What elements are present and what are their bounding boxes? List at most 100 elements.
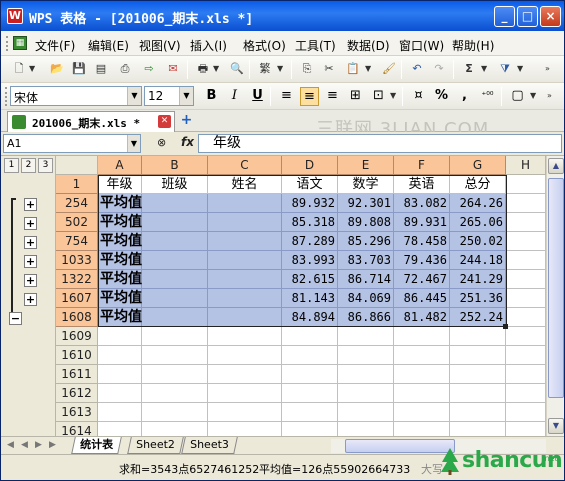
toolbar-options-icon[interactable]: » xyxy=(547,91,552,100)
grid-cell[interactable] xyxy=(142,289,208,308)
document-tab[interactable]: 201006_期末.xls * ✕ xyxy=(7,111,175,132)
grid-cell[interactable] xyxy=(282,327,338,346)
grid-cell[interactable]: 92.301 xyxy=(338,194,394,213)
grid-cell[interactable]: 79.436 xyxy=(394,251,450,270)
menu-view[interactable]: 视图(V) xyxy=(139,37,181,54)
header-cell[interactable]: 英语 xyxy=(394,175,450,194)
menu-tools[interactable]: 工具(T) xyxy=(295,37,336,54)
align-center-icon[interactable]: ≡ xyxy=(300,87,319,106)
grid-cell[interactable]: 86.866 xyxy=(338,308,394,327)
bold-button[interactable]: B xyxy=(202,87,221,106)
grid-cell[interactable] xyxy=(142,384,208,403)
chinese-convert-dropdown-icon[interactable]: ▼ xyxy=(277,64,283,73)
grid-cell[interactable]: 78.458 xyxy=(394,232,450,251)
menu-window[interactable]: 窗口(W) xyxy=(399,37,444,54)
expand-group-button[interactable]: + xyxy=(24,198,37,211)
grid-cell[interactable] xyxy=(394,346,450,365)
grid-cell[interactable] xyxy=(450,403,506,422)
grid-cell[interactable] xyxy=(282,346,338,365)
grid-cell[interactable] xyxy=(142,251,208,270)
column-header-e[interactable]: E xyxy=(338,156,394,175)
grid-cell[interactable]: 85.318 xyxy=(282,213,338,232)
expand-group-button[interactable]: + xyxy=(24,255,37,268)
outline-level-2-button[interactable]: 2 xyxy=(21,158,36,173)
vertical-scrollbar[interactable]: ▲ ▼ xyxy=(546,156,564,436)
comma-style-button[interactable]: , xyxy=(455,87,474,106)
italic-button[interactable]: I xyxy=(225,87,244,106)
grid-cell[interactable] xyxy=(506,251,546,270)
spreadsheet-menu-icon[interactable]: ▦ xyxy=(13,36,27,50)
grid-cell[interactable] xyxy=(142,422,208,436)
grid-cell[interactable]: 82.615 xyxy=(282,270,338,289)
grid-cell[interactable] xyxy=(142,346,208,365)
grid-cell[interactable] xyxy=(506,346,546,365)
menu-data[interactable]: 数据(D) xyxy=(347,37,390,54)
traditional-chinese-icon[interactable]: 繁 xyxy=(257,61,273,77)
grid-cell[interactable] xyxy=(506,232,546,251)
column-header-a[interactable]: A xyxy=(98,156,142,175)
chevron-down-icon[interactable]: ▼ xyxy=(127,87,141,105)
grid-cell[interactable] xyxy=(98,346,142,365)
grid-cell[interactable]: 72.467 xyxy=(394,270,450,289)
grid-cell[interactable] xyxy=(208,346,282,365)
grid-cell[interactable] xyxy=(142,270,208,289)
column-header-g[interactable]: G xyxy=(450,156,506,175)
grid-cell[interactable] xyxy=(208,308,282,327)
new-dropdown-icon[interactable]: ▼ xyxy=(29,64,35,73)
grid-cell[interactable]: 平均值 xyxy=(98,232,142,251)
format-painter-icon[interactable]: 🖌 xyxy=(381,61,397,77)
borders-dropdown-icon[interactable]: ▼ xyxy=(530,91,536,100)
grid-cell[interactable] xyxy=(208,327,282,346)
grid-cell[interactable] xyxy=(208,251,282,270)
grid-cell[interactable] xyxy=(142,403,208,422)
redo-icon[interactable]: ↷ xyxy=(431,61,447,77)
open-folder-icon[interactable]: 📂 xyxy=(49,61,65,77)
grid-cell[interactable] xyxy=(208,365,282,384)
grid-cell[interactable] xyxy=(208,232,282,251)
increase-decimal-icon[interactable]: ⁺⁰⁰ xyxy=(478,87,497,106)
grid-cell[interactable]: 241.29 xyxy=(450,270,506,289)
grid-cell[interactable] xyxy=(338,346,394,365)
sheet-tab-sheet2[interactable]: Sheet2 xyxy=(127,437,184,454)
grid-cell[interactable] xyxy=(208,384,282,403)
header-cell[interactable] xyxy=(506,175,546,194)
row-header[interactable]: 1 xyxy=(56,175,98,194)
last-sheet-icon[interactable]: ▶ xyxy=(49,440,56,450)
row-header[interactable]: 1607 xyxy=(56,289,98,308)
grid-cell[interactable] xyxy=(282,422,338,436)
grid-cell[interactable]: 251.36 xyxy=(450,289,506,308)
save-icon[interactable]: 💾 xyxy=(71,61,87,77)
grid-cell[interactable]: 252.24 xyxy=(450,308,506,327)
column-header-d[interactable]: D xyxy=(282,156,338,175)
grid-cell[interactable] xyxy=(98,422,142,436)
menu-help[interactable]: 帮助(H) xyxy=(452,37,494,54)
row-header[interactable]: 1613 xyxy=(56,403,98,422)
title-bar[interactable]: W WPS 表格 - [201006_期末.xls *] _ □ × xyxy=(1,1,564,31)
menu-insert[interactable]: 插入(I) xyxy=(190,37,227,54)
grid-cell[interactable] xyxy=(338,365,394,384)
grid-cell[interactable] xyxy=(394,327,450,346)
grid-cell[interactable] xyxy=(394,384,450,403)
grid-cell[interactable] xyxy=(208,422,282,436)
scroll-down-icon[interactable]: ▼ xyxy=(548,418,564,434)
new-document-icon[interactable]: 🗋 xyxy=(11,61,27,77)
grid-cell[interactable] xyxy=(338,422,394,436)
collapse-group-button[interactable]: − xyxy=(9,312,22,325)
row-header[interactable]: 1614 xyxy=(56,422,98,436)
grid-cell[interactable] xyxy=(506,403,546,422)
expand-group-button[interactable]: + xyxy=(24,274,37,287)
grid-cell[interactable] xyxy=(208,270,282,289)
grid-cell[interactable] xyxy=(98,327,142,346)
grid-cell[interactable] xyxy=(450,327,506,346)
grid-cell[interactable] xyxy=(506,327,546,346)
close-button[interactable]: × xyxy=(540,6,561,27)
autosum-dropdown-icon[interactable]: ▼ xyxy=(481,64,487,73)
header-cell[interactable]: 语文 xyxy=(282,175,338,194)
grid-cell[interactable]: 平均值 xyxy=(98,289,142,308)
select-all-corner[interactable] xyxy=(56,156,98,175)
borders-icon[interactable]: ▢ xyxy=(508,87,527,106)
grid-cell[interactable] xyxy=(142,232,208,251)
export-pdf-icon[interactable]: ⇨ xyxy=(141,61,157,77)
sheet-tab-sheet3[interactable]: Sheet3 xyxy=(181,437,238,454)
chevron-down-icon[interactable]: ▼ xyxy=(127,135,140,152)
